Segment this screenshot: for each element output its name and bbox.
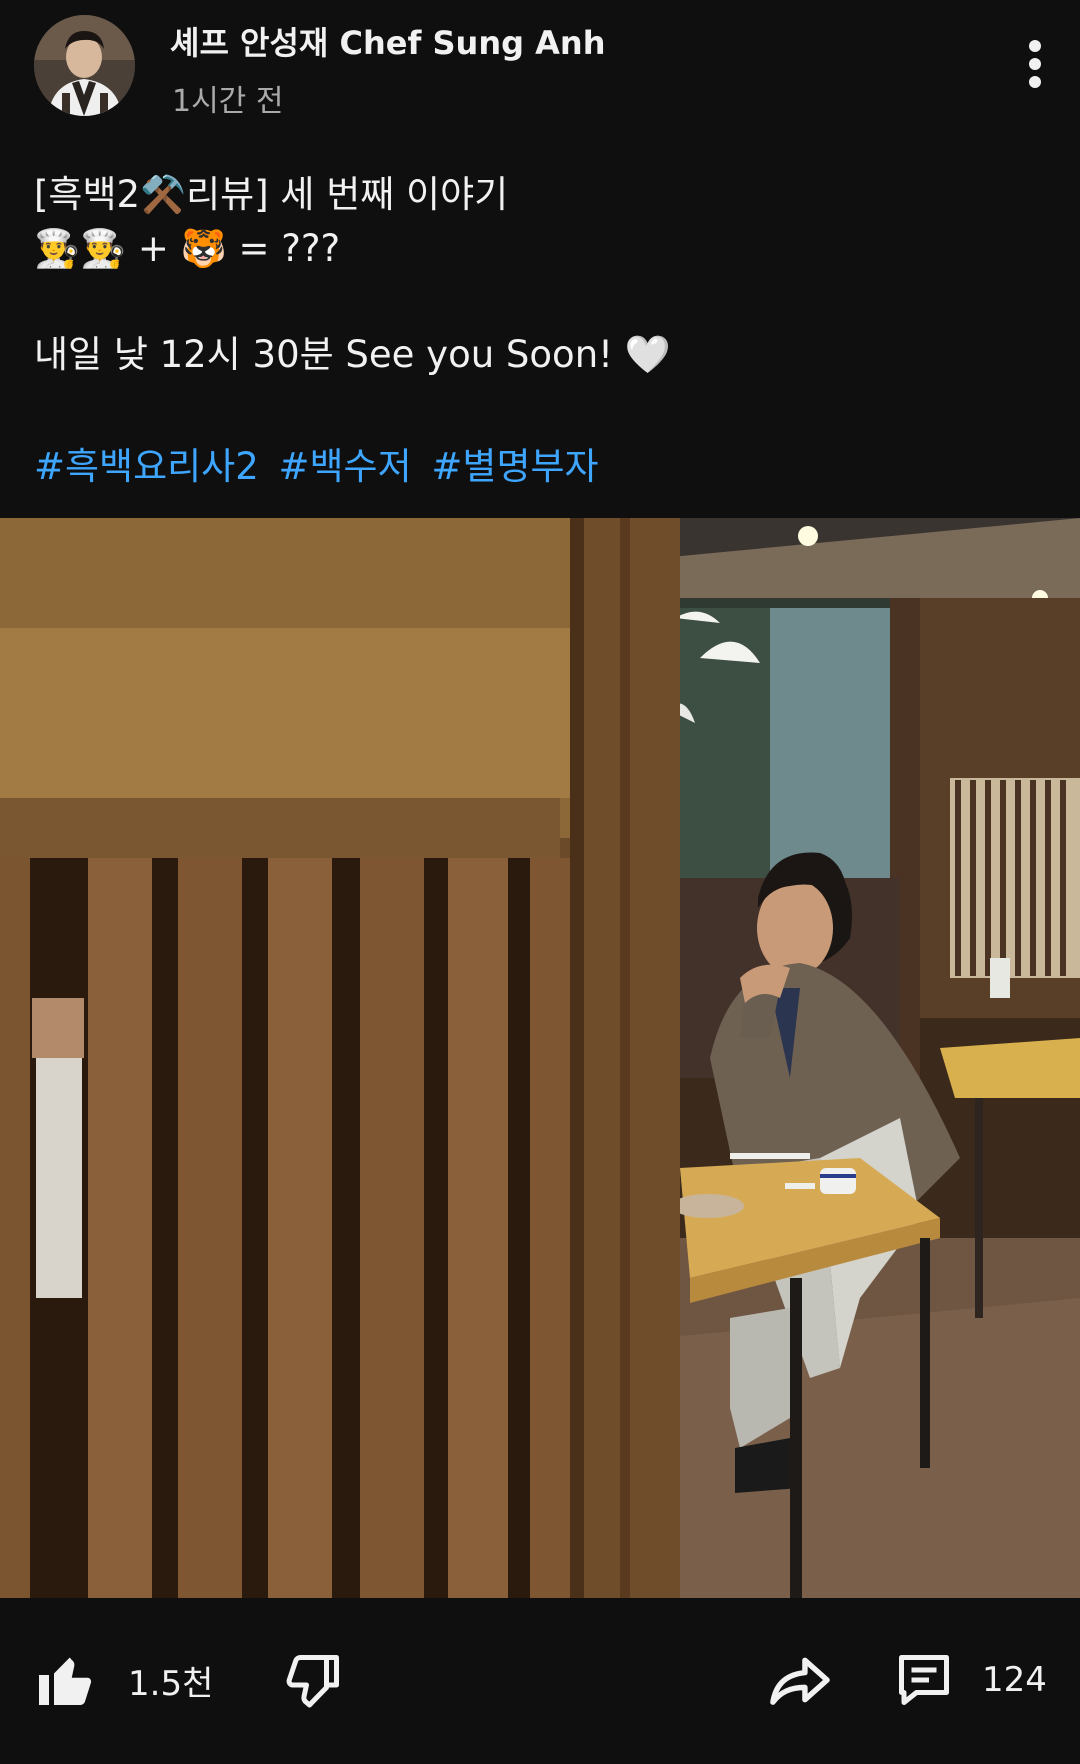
like-button[interactable]: 1.5천 bbox=[34, 1650, 213, 1710]
post-header: 셰프 안성재 Chef Sung Anh 1시간 전 bbox=[0, 0, 1080, 140]
hashtag-list: #흑백요리사2 #백수저 #별명부자 bbox=[34, 436, 607, 490]
post-time: 1시간 전 bbox=[172, 84, 284, 119]
like-count: 1.5천 bbox=[128, 1663, 214, 1704]
post-body: [흑백2⚒️리뷰] 세 번째 이야기 👨‍🍳👨‍🍳 + 🐯 = ??? 내일 낮… bbox=[34, 168, 1044, 382]
comment-icon bbox=[899, 1655, 949, 1705]
hashtag-link[interactable]: #백수저 bbox=[279, 445, 412, 488]
hashtag-link[interactable]: #별명부자 bbox=[431, 445, 598, 488]
more-vert-icon bbox=[1029, 40, 1041, 88]
dislike-button[interactable] bbox=[284, 1650, 344, 1710]
share-icon bbox=[770, 1657, 830, 1705]
post-image[interactable] bbox=[0, 518, 1080, 1598]
avatar-image bbox=[34, 15, 135, 116]
hashtag-link[interactable]: #흑백요리사2 bbox=[34, 445, 259, 488]
channel-name[interactable]: 셰프 안성재 Chef Sung Anh bbox=[170, 18, 606, 64]
action-bar: 1.5천 124 bbox=[0, 1598, 1080, 1764]
post-line-title: [흑백2⚒️리뷰] 세 번째 이야기 bbox=[34, 173, 509, 216]
thumbs-up-icon bbox=[39, 1657, 92, 1705]
thumbs-down-icon bbox=[286, 1655, 339, 1708]
post-line-announcement: 내일 낮 12시 30분 See you Soon! 🤍 bbox=[34, 333, 671, 376]
post-line-emoji: 👨‍🍳👨‍🍳 + 🐯 = ??? bbox=[34, 227, 341, 270]
more-options-button[interactable] bbox=[1010, 34, 1060, 94]
comment-button[interactable]: 124 bbox=[892, 1650, 1047, 1710]
channel-avatar[interactable] bbox=[34, 15, 135, 116]
comment-count: 124 bbox=[982, 1660, 1047, 1700]
share-button[interactable] bbox=[768, 1650, 832, 1710]
restaurant-photo bbox=[0, 518, 1080, 1598]
